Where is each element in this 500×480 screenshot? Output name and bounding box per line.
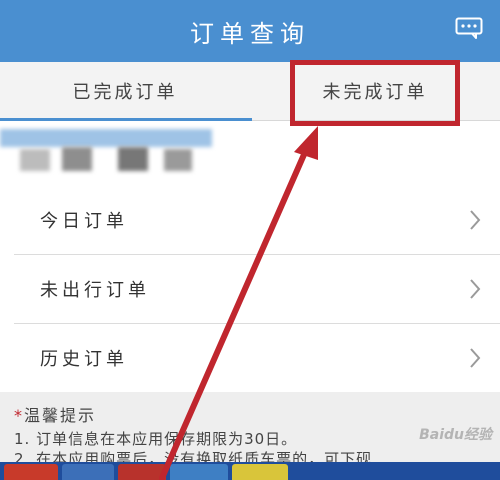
menu-item-history-orders[interactable]: 历史订单 (0, 324, 500, 392)
annotation-highlight-box (290, 60, 460, 126)
taskbar-button[interactable] (4, 464, 58, 480)
menu-item-label: 历史订单 (40, 349, 128, 370)
blurred-text (164, 149, 192, 171)
tab-label: 已完成订单 (72, 82, 178, 103)
watermark: Baidu经验 (419, 427, 492, 443)
taskbar-button[interactable] (62, 464, 114, 480)
menu-item-upcoming-orders[interactable]: 未出行订单 (0, 255, 500, 323)
taskbar (0, 462, 500, 480)
page-title: 订单查询 (190, 19, 310, 48)
app-header: 订单查询 (0, 0, 500, 62)
chevron-right-icon (470, 348, 481, 368)
chat-bubble-icon (455, 17, 483, 39)
tips-title: *温馨提示 (14, 402, 96, 426)
chevron-right-icon (470, 279, 481, 299)
blurred-text (118, 147, 148, 171)
order-menu: 今日订单 未出行订单 历史订单 (0, 186, 500, 392)
chevron-right-icon (470, 210, 481, 230)
blurred-text (20, 149, 50, 171)
chat-button[interactable] (454, 16, 484, 40)
required-star: * (14, 406, 24, 425)
menu-item-label: 今日订单 (40, 211, 128, 232)
taskbar-button[interactable] (232, 464, 288, 480)
taskbar-button[interactable] (170, 464, 228, 480)
tips-line: 1. 订单信息在本应用保存期限为30日。 (14, 430, 298, 448)
menu-item-today-orders[interactable]: 今日订单 (0, 186, 500, 254)
menu-item-label: 未出行订单 (40, 280, 150, 301)
tab-completed-orders[interactable]: 已完成订单 (0, 62, 250, 120)
blurred-text (62, 147, 92, 171)
tips-title-text: 温馨提示 (24, 406, 97, 425)
blurred-text (0, 129, 212, 147)
user-info-blurred (0, 121, 500, 188)
taskbar-button[interactable] (118, 464, 166, 480)
